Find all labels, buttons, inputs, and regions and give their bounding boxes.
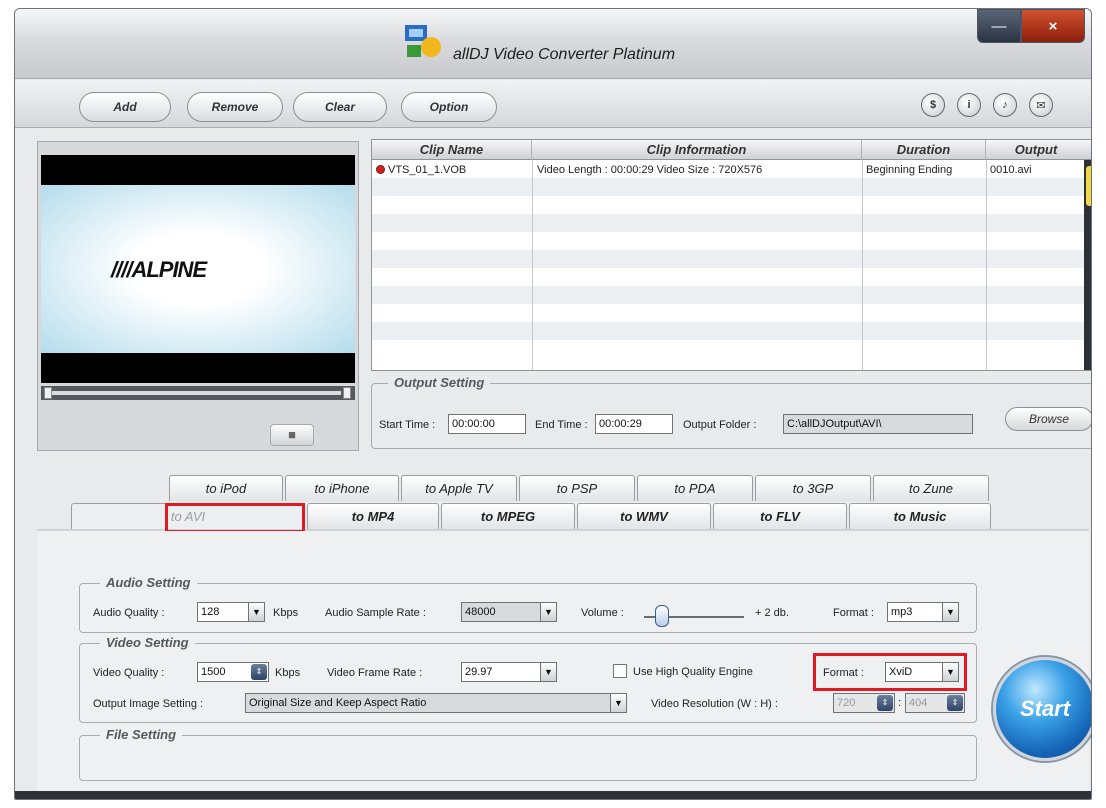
start-time-input[interactable]: 00:00:00 — [448, 414, 526, 434]
dollar-icon[interactable]: $ — [921, 93, 945, 117]
title-bar: allDJ Video Converter Platinum — × — [15, 9, 1091, 79]
browse-button[interactable]: Browse — [1005, 407, 1091, 431]
option-button[interactable]: Option — [401, 92, 497, 122]
toolbar: Add Remove Clear Option $ i ♪ ✉ — [15, 80, 1091, 128]
file-setting-legend: File Setting — [100, 727, 183, 742]
high-quality-engine-checkbox[interactable] — [613, 664, 627, 678]
tab-to-3gp[interactable]: to 3GP — [755, 475, 871, 501]
mail-icon[interactable]: ✉ — [1029, 93, 1053, 117]
volume-slider-handle[interactable] — [655, 605, 669, 627]
tab-to-mp4[interactable]: to MP4 — [307, 503, 439, 529]
video-resolution-label: Video Resolution (W : H) : — [651, 698, 778, 710]
audio-setting-legend: Audio Setting — [100, 575, 197, 590]
window-title: allDJ Video Converter Platinum — [453, 46, 676, 63]
tab-to-mpeg[interactable]: to MPEG — [441, 503, 575, 529]
clip-list-scrollbar[interactable] — [1084, 160, 1091, 370]
app-window: allDJ Video Converter Platinum — × Add R… — [14, 8, 1092, 800]
video-quality-label: Video Quality : — [93, 667, 165, 679]
audio-sample-rate-label: Audio Sample Rate : — [325, 607, 426, 619]
high-quality-engine-label: Use High Quality Engine — [633, 666, 753, 678]
clip-list-header: Clip Name Clip Information Duration Outp… — [372, 140, 1091, 160]
video-frame-rate-label: Video Frame Rate : — [327, 667, 423, 679]
chevron-down-icon[interactable]: ▼ — [540, 603, 556, 621]
music-icon[interactable]: ♪ — [993, 93, 1017, 117]
chevron-down-icon[interactable]: ▼ — [540, 663, 556, 681]
tab-to-iphone[interactable]: to iPhone — [285, 475, 399, 501]
clip-info: Video Length : 00:00:29 Video Size : 720… — [537, 164, 763, 176]
col-duration[interactable]: Duration — [862, 140, 986, 160]
seek-bar[interactable] — [41, 386, 355, 400]
tab-to-ipod[interactable]: to iPod — [169, 475, 283, 501]
audio-format-select[interactable]: mp3 ▼ — [887, 602, 959, 622]
output-folder-input[interactable]: C:\allDJOutput\AVI\ — [783, 414, 973, 434]
audio-quality-unit: Kbps — [273, 607, 299, 619]
stepper-icon[interactable]: ⇕ — [251, 664, 267, 680]
seek-start-handle[interactable] — [44, 387, 52, 399]
volume-value: + 2 db. — [755, 607, 789, 619]
stepper-icon[interactable]: ⇕ — [947, 695, 963, 711]
chevron-down-icon[interactable]: ▼ — [610, 694, 626, 712]
file-setting-group: File Setting — [79, 727, 977, 781]
clip-name: VTS_01_1.VOB — [388, 164, 467, 176]
col-clip-name[interactable]: Clip Name — [372, 140, 532, 160]
close-button[interactable]: × — [1021, 9, 1085, 43]
add-button[interactable]: Add — [79, 92, 171, 122]
audio-quality-select[interactable]: 128 ▼ — [197, 602, 265, 622]
preview-logo-text: ////ALPINE — [111, 257, 207, 282]
clip-list: Clip Name Clip Information Duration Outp… — [371, 139, 1091, 371]
col-clip-information[interactable]: Clip Information — [532, 140, 862, 160]
end-time-label: End Time : — [535, 419, 588, 431]
video-preview: ////ALPINE — [41, 155, 355, 383]
chevron-down-icon[interactable]: ▼ — [248, 603, 264, 621]
output-image-setting-label: Output Image Setting : — [93, 698, 204, 710]
output-image-setting-select[interactable]: Original Size and Keep Aspect Ratio ▼ — [245, 693, 627, 713]
resolution-separator: : — [898, 697, 902, 709]
audio-sample-rate-select[interactable]: 48000 ▼ — [461, 602, 557, 622]
tab-to-music[interactable]: to Music — [849, 503, 991, 529]
tab-to-psp[interactable]: to PSP — [519, 475, 635, 501]
output-folder-label: Output Folder : — [683, 419, 757, 431]
remove-button[interactable]: Remove — [187, 92, 283, 122]
tab-to-apple-tv[interactable]: to Apple TV — [401, 475, 517, 501]
col-output[interactable]: Output — [986, 140, 1086, 160]
tab-to-pda[interactable]: to PDA — [637, 475, 753, 501]
resolution-width-stepper[interactable]: 720 ⇕ — [833, 693, 895, 713]
app-logo-icon — [405, 25, 441, 57]
tab-to-wmv[interactable]: to WMV — [577, 503, 711, 529]
clip-duration: Beginning Ending — [866, 164, 953, 176]
resolution-height-stepper[interactable]: 404 ⇕ — [905, 693, 965, 713]
snapshot-button[interactable]: ■ — [270, 424, 314, 446]
info-icon[interactable]: i — [957, 93, 981, 117]
audio-quality-label: Audio Quality : — [93, 607, 165, 619]
video-quality-unit: Kbps — [275, 667, 301, 679]
volume-label: Volume : — [581, 607, 624, 619]
format-highlight — [813, 653, 967, 691]
stepper-icon[interactable]: ⇕ — [877, 695, 893, 711]
window-bottom-border — [15, 791, 1091, 799]
start-time-label: Start Time : — [379, 419, 436, 431]
minimize-button[interactable]: — — [977, 9, 1021, 43]
avi-tab-highlight — [165, 503, 305, 533]
seek-end-handle[interactable] — [343, 387, 351, 399]
clip-output: 0010.avi — [990, 164, 1032, 176]
start-button[interactable]: Start — [993, 657, 1091, 761]
tab-to-zune[interactable]: to Zune — [873, 475, 989, 501]
video-frame-rate-select[interactable]: 29.97 ▼ — [461, 662, 557, 682]
end-time-input[interactable]: 00:00:29 — [595, 414, 673, 434]
output-setting-legend: Output Setting — [388, 375, 491, 390]
clip-status-icon — [376, 165, 385, 174]
scrollbar-thumb[interactable] — [1086, 166, 1091, 206]
preview-panel: ////ALPINE ■ — [37, 141, 359, 451]
video-setting-legend: Video Setting — [100, 635, 195, 650]
chevron-down-icon[interactable]: ▼ — [942, 603, 958, 621]
audio-format-label: Format : — [833, 607, 874, 619]
tab-to-flv[interactable]: to FLV — [713, 503, 847, 529]
video-quality-stepper[interactable]: 1500 ⇕ — [197, 662, 269, 682]
clear-button[interactable]: Clear — [293, 92, 387, 122]
